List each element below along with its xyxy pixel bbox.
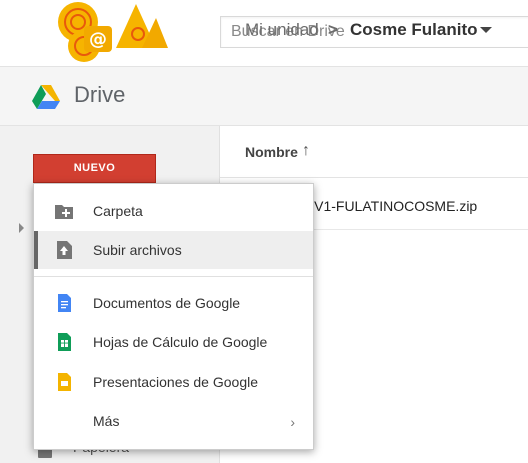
file-name[interactable]: CV1-FULATINOCOSME.zip [304, 198, 477, 214]
menu-item-google-slides[interactable]: Presentaciones de Google [34, 363, 313, 401]
google-drive-icon[interactable] [32, 85, 60, 109]
menu-item-upload-files[interactable]: Subir archivos [34, 231, 313, 269]
menu-item-more[interactable]: Más › [34, 402, 313, 440]
new-menu: Carpeta Subir archivos Documentos de Goo… [33, 183, 314, 450]
upload-file-icon [57, 241, 72, 259]
caret-down-icon[interactable] [480, 27, 492, 33]
menu-item-label: Carpeta [93, 203, 143, 219]
menu-item-google-sheets[interactable]: Hojas de Cálculo de Google [34, 323, 313, 361]
column-header-name[interactable]: Nombre [245, 144, 298, 160]
expand-arrow-icon[interactable] [19, 223, 24, 233]
breadcrumb-separator: > [328, 20, 338, 39]
folder-plus-icon [55, 205, 73, 219]
google-slides-icon [58, 373, 71, 391]
google-docs-icon [58, 294, 71, 312]
menu-item-google-docs[interactable]: Documentos de Google [34, 284, 313, 322]
menu-divider [34, 276, 313, 277]
breadcrumb-current-folder[interactable]: Cosme Fulanito [350, 20, 478, 40]
menu-item-label: Hojas de Cálculo de Google [93, 334, 268, 350]
drive-header: Drive [0, 66, 528, 126]
menu-item-label: Presentaciones de Google [93, 374, 258, 390]
svg-text:@: @ [89, 29, 107, 50]
breadcrumb-root[interactable]: Mi unidad [245, 20, 319, 40]
menu-item-folder[interactable]: Carpeta [34, 192, 313, 230]
app-title[interactable]: Drive [74, 82, 125, 108]
menu-item-label: Documentos de Google [93, 295, 241, 311]
menu-item-label: Más [93, 413, 120, 429]
new-button[interactable]: NUEVO [33, 154, 156, 183]
brand-logo: @ [58, 2, 168, 62]
google-sheets-icon [58, 333, 71, 351]
sort-ascending-icon[interactable]: ↑ [302, 142, 310, 160]
menu-item-label: Subir archivos [93, 242, 182, 258]
chevron-right-icon: › [290, 414, 295, 430]
